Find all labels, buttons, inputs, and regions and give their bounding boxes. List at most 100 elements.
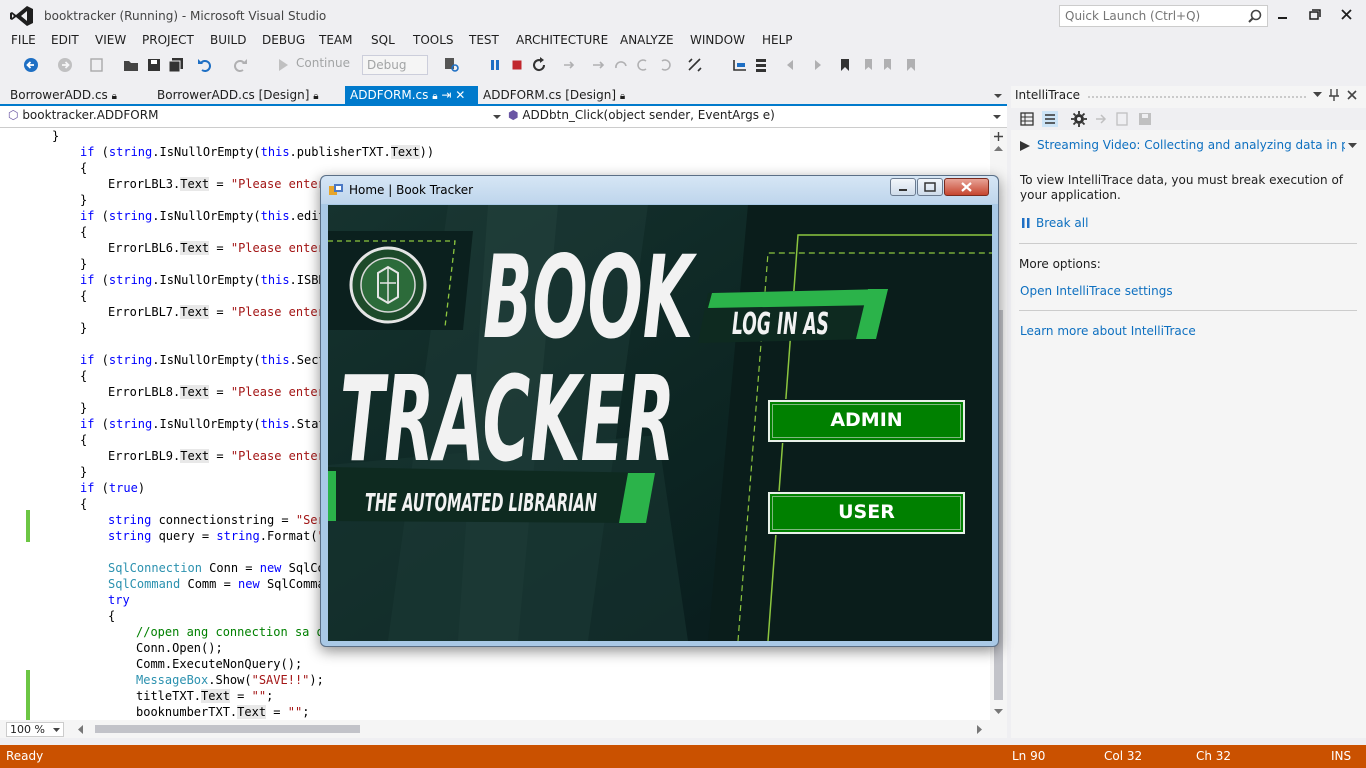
class-dropdown[interactable]: ⬡ booktracker.ADDFORM (8, 108, 505, 126)
code-line[interactable]: try (108, 592, 130, 608)
menu-window[interactable]: WINDOW (690, 33, 745, 47)
scroll-left-icon[interactable] (78, 725, 84, 734)
streaming-video-link[interactable]: Streaming Video: Collecting and analyzin… (1037, 138, 1345, 152)
code-line[interactable]: { (80, 288, 87, 304)
code-line[interactable]: { (80, 224, 87, 240)
member-dropdown[interactable]: ⬢ ADDbtn_Click(object sender, EventArgs … (508, 108, 1005, 126)
tab-addform-design[interactable]: ADDFORM.cs [Design] 🔒︎ (483, 86, 633, 106)
code-line[interactable]: { (80, 496, 87, 512)
code-line[interactable]: if (string.IsNullOrEmpty(this.edit (80, 208, 326, 224)
menu-sql[interactable]: SQL (371, 33, 395, 47)
code-line[interactable]: titleTXT.Text = ""; (136, 688, 273, 704)
step-into-icon[interactable] (590, 56, 608, 74)
code-line[interactable]: ErrorLBL7.Text = "Please enter (108, 304, 325, 320)
quick-launch-input[interactable] (1060, 6, 1240, 26)
save-icon[interactable] (145, 56, 163, 74)
learn-more-link[interactable]: Learn more about IntelliTrace (1020, 324, 1196, 338)
code-line[interactable]: { (80, 160, 87, 176)
step-out-icon[interactable] (634, 56, 652, 74)
stack-frame-icon[interactable] (753, 56, 771, 74)
code-line[interactable]: } (80, 320, 87, 336)
menu-debug[interactable]: DEBUG (262, 33, 305, 47)
solution-config-select[interactable]: Debug (362, 55, 428, 75)
code-line[interactable]: ErrorLBL9.Text = "Please enter (108, 448, 325, 464)
minimize-icon[interactable] (1273, 6, 1293, 24)
go-to-live-icon[interactable] (1095, 113, 1107, 125)
bt-maximize-button[interactable] (917, 178, 943, 196)
continue-button-label[interactable]: Continue (296, 56, 350, 74)
code-line[interactable]: string query = string.Format(" (108, 528, 325, 544)
code-line[interactable]: { (80, 368, 87, 384)
code-line[interactable]: } (80, 256, 87, 272)
code-line[interactable]: } (80, 400, 87, 416)
zoom-dropdown[interactable]: 100 % (6, 722, 64, 737)
search-icon[interactable] (1248, 9, 1262, 23)
split-icon[interactable] (994, 132, 1003, 141)
code-line[interactable]: ErrorLBL3.Text = "Please enter (108, 176, 325, 192)
prev-bookmark-icon[interactable] (858, 56, 876, 74)
code-line[interactable]: { (108, 608, 115, 624)
menu-analyze[interactable]: ANALYZE (620, 33, 674, 47)
break-all-link[interactable]: Break all (1036, 216, 1088, 230)
admin-login-button[interactable]: ADMIN (767, 399, 966, 443)
bt-minimize-button[interactable] (890, 178, 916, 196)
menu-build[interactable]: BUILD (210, 33, 246, 47)
scroll-down-icon[interactable] (994, 708, 1003, 714)
navigate-forward-icon[interactable] (56, 56, 74, 74)
code-line[interactable]: if (string.IsNullOrEmpty(this.Sect (80, 352, 326, 368)
menu-view[interactable]: VIEW (95, 33, 126, 47)
stop-icon[interactable] (508, 56, 526, 74)
close-icon[interactable] (1337, 6, 1357, 24)
code-line[interactable]: //open ang connection sa d (136, 624, 324, 640)
uncomment-icon[interactable] (806, 56, 824, 74)
open-log-icon[interactable] (1115, 112, 1129, 126)
code-line[interactable]: Comm.ExecuteNonQuery(); (136, 656, 302, 672)
code-line[interactable]: } (80, 192, 87, 208)
code-line[interactable]: MessageBox.Show("SAVE!!"); (136, 672, 324, 688)
code-line[interactable]: } (80, 464, 87, 480)
hex-display-icon[interactable] (686, 56, 704, 74)
save-log-icon[interactable] (1138, 112, 1152, 126)
code-line[interactable]: } (52, 128, 59, 144)
code-line[interactable]: ErrorLBL8.Text = "Please enter (108, 384, 325, 400)
menu-tools[interactable]: TOOLS (413, 33, 454, 47)
continue-icon[interactable] (274, 56, 292, 74)
menu-help[interactable]: HELP (762, 33, 793, 47)
tab-overflow-icon[interactable] (993, 92, 1003, 100)
panel-menu-icon[interactable] (1313, 92, 1322, 98)
scroll-right-icon[interactable] (977, 725, 983, 734)
bookmark-icon[interactable] (836, 56, 854, 74)
code-line[interactable]: { (80, 432, 87, 448)
settings-gear-icon[interactable] (1071, 111, 1087, 127)
quick-launch-box[interactable] (1059, 5, 1268, 27)
user-login-button[interactable]: USER (767, 491, 966, 535)
chevron-down-icon[interactable] (1348, 143, 1357, 149)
open-file-icon[interactable] (122, 56, 140, 74)
find-in-files-icon[interactable] (443, 56, 461, 74)
restart-icon[interactable] (530, 56, 548, 74)
horizontal-scroll-thumb[interactable] (95, 725, 360, 733)
code-line[interactable]: SqlConnection Conn = new SqlCo (108, 560, 325, 576)
step-over-icon[interactable] (612, 56, 630, 74)
code-line[interactable]: string connectionstring = "Ser (108, 512, 325, 528)
tab-borroweradd-cs[interactable]: BorrowerADD.cs 🔒︎ (10, 86, 150, 106)
scroll-up-icon[interactable] (994, 146, 1003, 152)
tab-addform-cs[interactable]: ADDFORM.cs 🔒︎ ⇥ ✕ (345, 86, 478, 106)
bt-close-button[interactable] (944, 178, 989, 196)
pin-icon[interactable]: ⇥ (441, 88, 451, 102)
calls-view-icon[interactable] (1042, 111, 1058, 127)
clear-bookmarks-icon[interactable] (902, 56, 920, 74)
menu-project[interactable]: PROJECT (142, 33, 194, 47)
menu-test[interactable]: TEST (469, 33, 499, 47)
redo-icon[interactable] (231, 56, 249, 74)
navigate-back-icon[interactable] (22, 56, 40, 74)
code-line[interactable]: if (string.IsNullOrEmpty(this.publisherT… (80, 144, 434, 160)
code-line[interactable]: if (string.IsNullOrEmpty(this.Stat (80, 416, 326, 432)
undo-icon[interactable] (196, 56, 214, 74)
close-tab-icon[interactable]: ✕ (455, 88, 465, 102)
menu-team[interactable]: TEAM (319, 33, 352, 47)
menu-edit[interactable]: EDIT (51, 33, 79, 47)
tab-borroweradd-design[interactable]: BorrowerADD.cs [Design] 🔒︎ (157, 86, 347, 106)
pin-icon[interactable] (1329, 89, 1339, 101)
step-back-icon[interactable] (656, 56, 674, 74)
